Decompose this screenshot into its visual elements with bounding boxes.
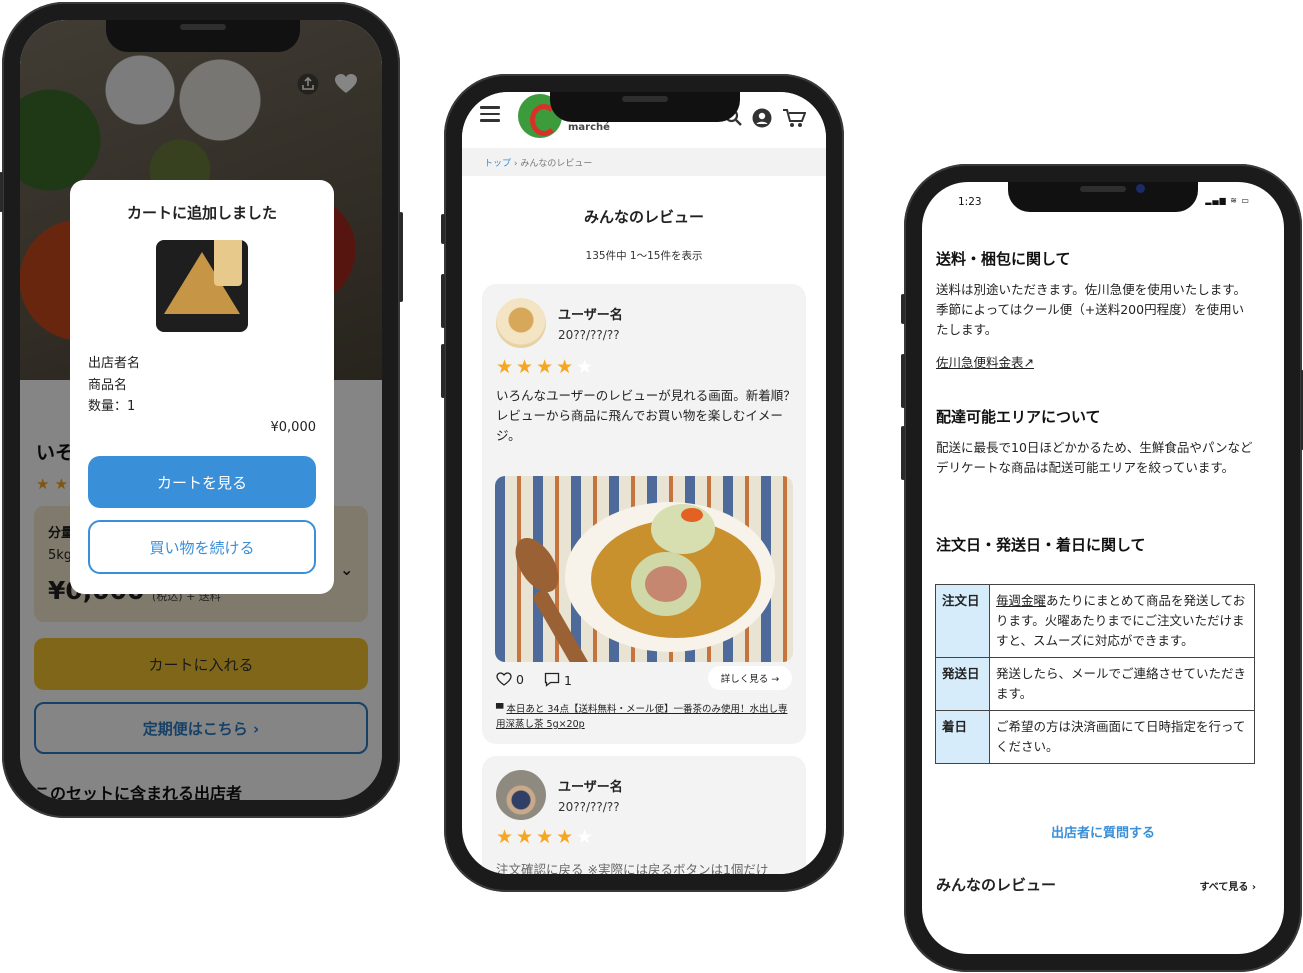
review-card: ユーザー名 20??/??/?? ★★★★★ いろんなユーザーのレビューが見れる… bbox=[482, 284, 806, 744]
comment-control[interactable]: 1 bbox=[544, 672, 572, 688]
menu-icon[interactable] bbox=[480, 106, 500, 122]
product-link[interactable]: ▀ 本日あと 34点【送料無料・メール便】一番茶のみ使用！水出し専用深蒸し茶 5… bbox=[496, 702, 796, 732]
side-button bbox=[399, 212, 403, 302]
see-all-link[interactable]: すべて見る › bbox=[1199, 878, 1256, 893]
side-button bbox=[441, 344, 445, 398]
rating-stars: ★★★★★ bbox=[496, 356, 597, 378]
phone-shipping-info: 1:23 ▂▄▆ ≋ ▭ 送料・梱包に関して 送料は別途いただきます。佐川急便を… bbox=[901, 164, 1303, 972]
phone-cart-added: いそ ★ ★ 分量 5kg ¥0,000 (税込) + 送料 ⌄ カートに入れる… bbox=[0, 2, 403, 818]
breadcrumb-separator: › bbox=[513, 159, 518, 169]
product-link-text[interactable]: 本日あと 34点【送料無料・メール便】一番茶のみ使用！水出し専用深蒸し茶 5g×… bbox=[496, 704, 787, 730]
phone-reviews: marché トップ › みんなのレビュー みんなのレビュー 135件中 1〜1… bbox=[441, 74, 844, 892]
shipping-heading: 送料・梱包に関して bbox=[936, 250, 1071, 268]
status-time: 1:23 bbox=[958, 196, 982, 208]
product-thumbnail bbox=[156, 240, 248, 332]
ask-seller-link[interactable]: 出店者に質問する bbox=[922, 822, 1284, 841]
side-button bbox=[901, 294, 905, 324]
like-control[interactable]: 0 bbox=[496, 672, 524, 687]
table-row: 着日 ご希望の方は決済画面にて日時指定を行ってください。 bbox=[935, 710, 1255, 764]
product-name: 商品名 bbox=[88, 378, 128, 393]
continue-shopping-button[interactable]: 買い物を続ける bbox=[88, 520, 316, 574]
result-count: 135件中 1〜15件を表示 bbox=[585, 250, 703, 262]
modal-title: カートに追加しました bbox=[126, 204, 277, 222]
row-text: 毎週金曜あたりにまとめて商品を発送しております。火曜あたりまでにご注文いただけま… bbox=[989, 584, 1255, 658]
highlight-text: 毎週金曜 bbox=[996, 593, 1047, 608]
row-text: ご希望の方は決済画面にて日時指定を行ってください。 bbox=[989, 710, 1255, 764]
row-label: 着日 bbox=[935, 710, 990, 764]
area-text: 配送に最長で10日ほどかかるため、生鮮食品やパンなどデリケートな商品は配送可能エ… bbox=[936, 440, 1253, 475]
seller-name: 出店者名 bbox=[88, 356, 141, 371]
spoon-shape bbox=[214, 240, 242, 286]
review-date: 20??/??/?? bbox=[558, 800, 620, 814]
breadcrumb-home[interactable]: トップ bbox=[484, 159, 511, 169]
cap-icon: ▀ bbox=[496, 704, 504, 715]
logo-text: marché bbox=[568, 122, 610, 133]
review-text: いろんなユーザーのレビューが見れる画面。新着順？レビューから商品に飛んでお買い物… bbox=[496, 388, 796, 443]
side-button bbox=[901, 426, 905, 480]
account-icon[interactable] bbox=[752, 108, 772, 133]
comment-count: 1 bbox=[563, 673, 572, 688]
screen: marché トップ › みんなのレビュー みんなのレビュー 135件中 1〜1… bbox=[462, 92, 826, 874]
page-title: みんなのレビュー bbox=[583, 208, 704, 226]
reviews-heading: みんなのレビュー bbox=[936, 876, 1057, 894]
review-photo[interactable] bbox=[495, 476, 793, 662]
screen: 1:23 ▂▄▆ ≋ ▭ 送料・梱包に関して 送料は別途いただきます。佐川急便を… bbox=[922, 182, 1284, 954]
see-details-button[interactable]: 詳しく見る → bbox=[708, 666, 792, 690]
screen: いそ ★ ★ 分量 5kg ¥0,000 (税込) + 送料 ⌄ カートに入れる… bbox=[20, 20, 382, 800]
breadcrumb: トップ › みんなのレビュー bbox=[462, 148, 826, 176]
like-count: 0 bbox=[515, 672, 524, 687]
view-cart-button[interactable]: カートを見る bbox=[88, 456, 316, 508]
row-text: 発送したら、メールでご連絡させていただきます。 bbox=[989, 657, 1255, 711]
status-icons: ▂▄▆ ≋ ▭ bbox=[1205, 196, 1250, 205]
review-text: 注文確認に戻る ※実際には戻るボタンは1個だけ bbox=[496, 862, 769, 874]
rate-table-link[interactable]: 佐川急便料金表↗ bbox=[936, 352, 1034, 371]
modal-price: ¥0,000 bbox=[270, 420, 317, 435]
shipping-text: 送料は別途いただきます。佐川急便を使用いたします。季節によってはクール便（+送料… bbox=[936, 282, 1247, 337]
avatar bbox=[496, 298, 546, 348]
camera-icon bbox=[1136, 184, 1145, 193]
table-row: 発送日 発送したら、メールでご連絡させていただきます。 bbox=[935, 657, 1255, 711]
row-label: 注文日 bbox=[935, 584, 990, 658]
side-button bbox=[441, 214, 445, 244]
breadcrumb-current: みんなのレビュー bbox=[520, 159, 593, 169]
side-button bbox=[0, 172, 3, 212]
side-button bbox=[441, 274, 445, 328]
notch bbox=[106, 20, 300, 52]
cart-added-modal: カートに追加しました 出店者名 商品名 数量：1 ¥0,000 カートを見る 買… bbox=[70, 180, 334, 594]
review-date: 20??/??/?? bbox=[558, 328, 620, 342]
notch bbox=[1008, 182, 1198, 212]
dates-heading: 注文日・発送日・着日に関して bbox=[936, 536, 1146, 554]
review-card: ユーザー名 20??/??/?? ★★★★★ 注文確認に戻る ※実際には戻るボタ… bbox=[482, 756, 806, 874]
row-label: 発送日 bbox=[935, 657, 990, 711]
review-username: ユーザー名 bbox=[558, 780, 623, 795]
notch bbox=[550, 92, 740, 122]
cart-icon[interactable] bbox=[782, 108, 807, 133]
dates-table: 注文日 毎週金曜あたりにまとめて商品を発送しております。火曜あたりまでにご注文い… bbox=[935, 584, 1255, 764]
table-row: 注文日 毎週金曜あたりにまとめて商品を発送しております。火曜あたりまでにご注文い… bbox=[935, 584, 1255, 658]
review-username: ユーザー名 bbox=[558, 308, 623, 323]
area-heading: 配達可能エリアについて bbox=[936, 408, 1101, 426]
avatar bbox=[496, 770, 546, 820]
rating-stars: ★★★★★ bbox=[496, 826, 597, 848]
quantity: 数量：1 bbox=[88, 399, 136, 414]
side-button bbox=[901, 354, 905, 408]
